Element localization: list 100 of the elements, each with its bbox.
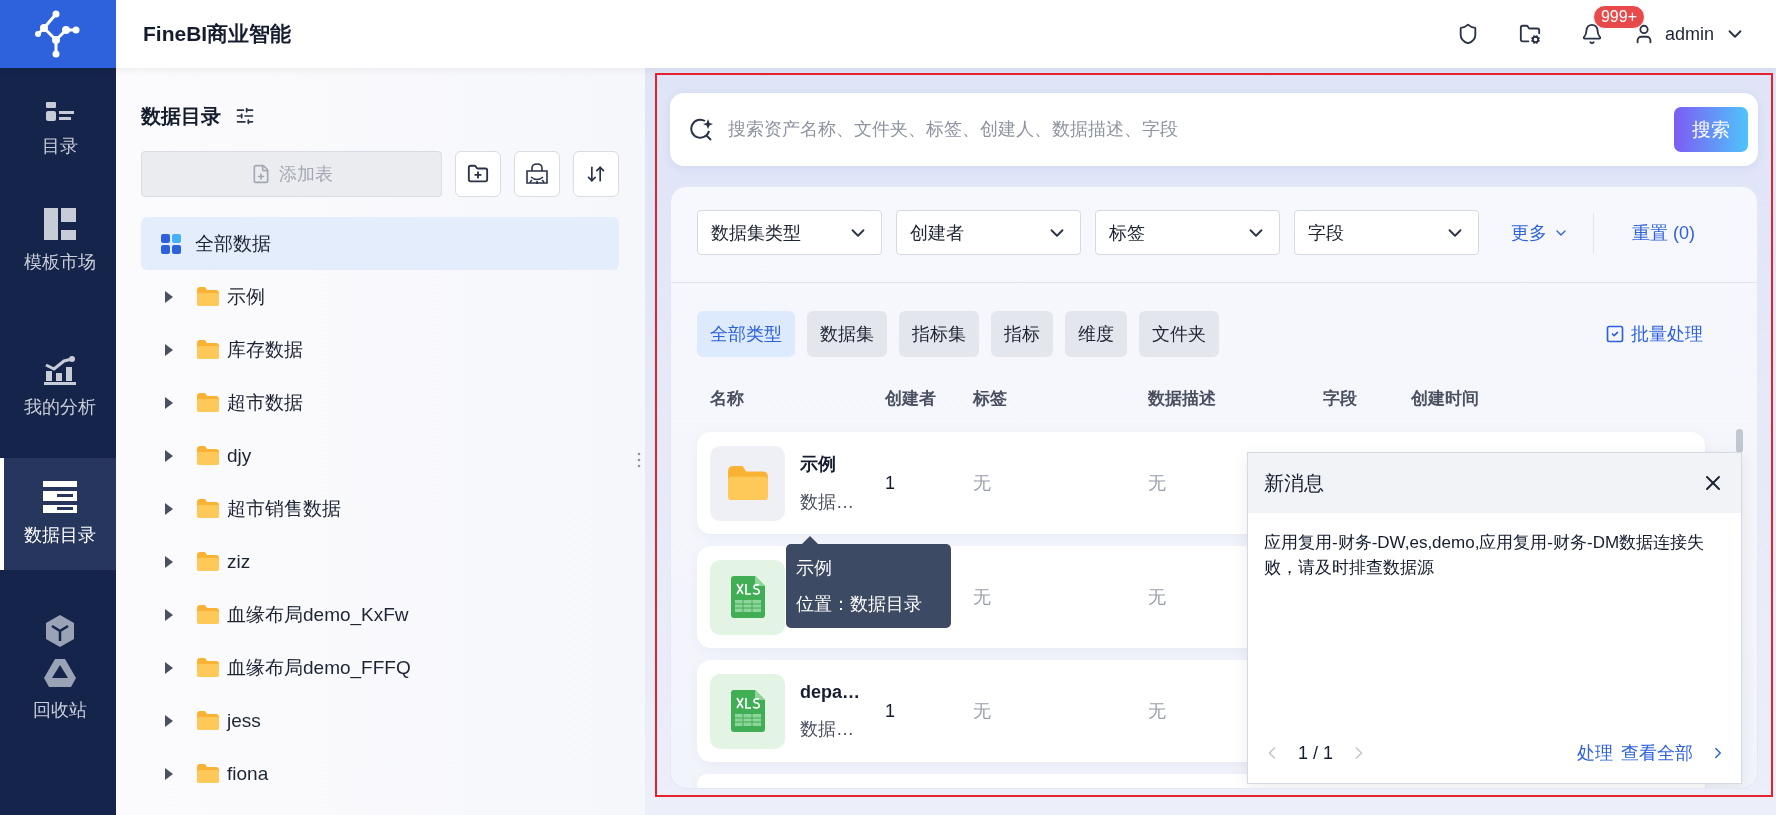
column-header: 名称	[710, 388, 745, 410]
tree-item-label: jess	[227, 709, 261, 732]
folder-icon	[197, 658, 219, 677]
tree-item-label: fiona	[227, 762, 269, 785]
tooltip-location: 位置：数据目录	[796, 593, 923, 616]
tree-item-label: 示例	[227, 284, 265, 309]
table-cell: 无	[1148, 587, 1166, 607]
reset-button[interactable]: 重置 (0)	[1632, 220, 1695, 245]
tree-item[interactable]: 血缘布局demo_FFFQ	[141, 641, 619, 694]
folder-icon	[197, 499, 219, 518]
nav-label: 回收站	[33, 698, 87, 722]
notification-bell-icon[interactable]	[1580, 23, 1603, 45]
caret-right-icon[interactable]	[163, 395, 175, 410]
new-folder-button[interactable]	[455, 151, 501, 197]
resize-handle-icon[interactable]	[637, 452, 641, 468]
type-tab[interactable]: 维度	[1065, 311, 1127, 357]
dropdown-label: 标签	[1109, 221, 1145, 245]
scrollbar-thumb[interactable]	[1736, 429, 1743, 453]
folder-icon	[197, 446, 219, 465]
folder-icon	[197, 711, 219, 730]
notification-badge: 999+	[1592, 5, 1645, 29]
logo[interactable]	[0, 0, 116, 68]
folder-icon	[197, 340, 219, 359]
nav-label: 数据目录	[24, 524, 96, 547]
dropdown-label: 数据集类型	[711, 221, 801, 245]
ai-search-icon	[690, 117, 714, 142]
tree-item[interactable]: 全部数据	[141, 217, 619, 270]
column-header: 创建时间	[1411, 388, 1480, 410]
app-title: FineBI商业智能	[143, 21, 293, 47]
type-tab[interactable]: 指标	[991, 311, 1053, 357]
tree-item[interactable]: fiona	[141, 747, 619, 800]
tree-item[interactable]: ziz	[141, 535, 619, 588]
triangle-icon	[43, 657, 77, 688]
filter-dropdown[interactable]: 标签	[1095, 210, 1280, 255]
folder-icon	[727, 465, 768, 501]
nav-item[interactable]: 模板市场	[0, 168, 116, 313]
nav-item[interactable]: 数据目录	[0, 458, 116, 570]
filter-settings-icon[interactable]	[235, 106, 255, 126]
item-location: 数据…	[800, 717, 855, 741]
tree-item[interactable]: 血缘布局demo_KxFw	[141, 588, 619, 641]
caret-right-icon[interactable]	[163, 342, 175, 357]
folder-plus-icon	[467, 163, 489, 185]
nav-label: 我的分析	[24, 395, 96, 419]
tree-item[interactable]: djy	[141, 429, 619, 482]
hidden-items-button[interactable]	[514, 151, 560, 197]
cube-icon	[43, 613, 77, 648]
tree-item[interactable]: 示例	[141, 270, 619, 323]
folder-icon	[197, 764, 219, 783]
table-cell: 无	[1148, 473, 1166, 493]
type-tab[interactable]: 文件夹	[1139, 311, 1219, 357]
folder-icon	[197, 605, 219, 624]
dashboard-icon	[44, 207, 76, 240]
folder-icon	[197, 552, 219, 571]
nav-label: 目录	[42, 135, 78, 158]
caret-right-icon[interactable]	[163, 713, 175, 728]
sort-arrows-icon	[586, 164, 606, 184]
user-name[interactable]: admin	[1664, 23, 1714, 45]
panel-title: 数据目录	[141, 103, 221, 129]
more-button[interactable]: 更多	[1511, 220, 1569, 245]
list-icon	[43, 102, 77, 124]
tooltip-title: 示例	[796, 557, 833, 580]
folder-icon	[197, 287, 219, 306]
type-tab[interactable]: 全部类型	[697, 311, 795, 357]
tree-item-label: 全部数据	[195, 231, 271, 256]
table-cell: 无	[1148, 701, 1166, 721]
filter-dropdown[interactable]: 创建者	[896, 210, 1081, 255]
tree-item[interactable]: 超市销售数据	[141, 482, 619, 535]
column-header: 创建者	[885, 388, 937, 410]
item-name: 示例	[800, 453, 837, 476]
caret-right-icon[interactable]	[163, 501, 175, 516]
caret-right-icon[interactable]	[163, 766, 175, 781]
message-action-link[interactable]: 查看全部	[1621, 741, 1693, 765]
filter-dropdown[interactable]: 字段	[1294, 210, 1479, 255]
nav-item[interactable]: 我的分析	[0, 313, 116, 458]
tree-item[interactable]: jess	[141, 694, 619, 747]
batch-process-button[interactable]: 批量处理	[1605, 322, 1703, 346]
caret-right-icon[interactable]	[163, 554, 175, 569]
nav-item[interactable]: 回收站	[0, 570, 116, 765]
message-action-link[interactable]: 处理	[1577, 741, 1613, 765]
caret-right-icon[interactable]	[163, 448, 175, 463]
type-tab[interactable]: 数据集	[807, 311, 887, 357]
tree-item-label: 血缘布局demo_FFFQ	[227, 655, 411, 681]
table-cell: 无	[973, 473, 991, 493]
item-location: 数据…	[800, 491, 854, 514]
tree-item[interactable]: 超市数据	[141, 376, 619, 429]
sort-button[interactable]	[573, 151, 619, 197]
caret-right-icon[interactable]	[163, 607, 175, 622]
tree-item-label: 血缘布局demo_KxFw	[227, 602, 409, 628]
folder-settings-icon[interactable]	[1518, 23, 1541, 45]
tree-item-label: djy	[227, 444, 252, 467]
dropdown-label: 创建者	[910, 221, 964, 245]
nav-item[interactable]: 目录	[0, 68, 116, 168]
caret-right-icon[interactable]	[163, 660, 175, 675]
caret-right-icon[interactable]	[163, 289, 175, 304]
tree-item[interactable]: 库存数据	[141, 323, 619, 376]
filter-dropdown[interactable]: 数据集类型	[697, 210, 882, 255]
logo-icon	[34, 10, 82, 58]
spreadsheet-file-icon	[730, 576, 765, 618]
checkbox-icon	[1605, 324, 1625, 344]
type-tab[interactable]: 指标集	[899, 311, 979, 357]
